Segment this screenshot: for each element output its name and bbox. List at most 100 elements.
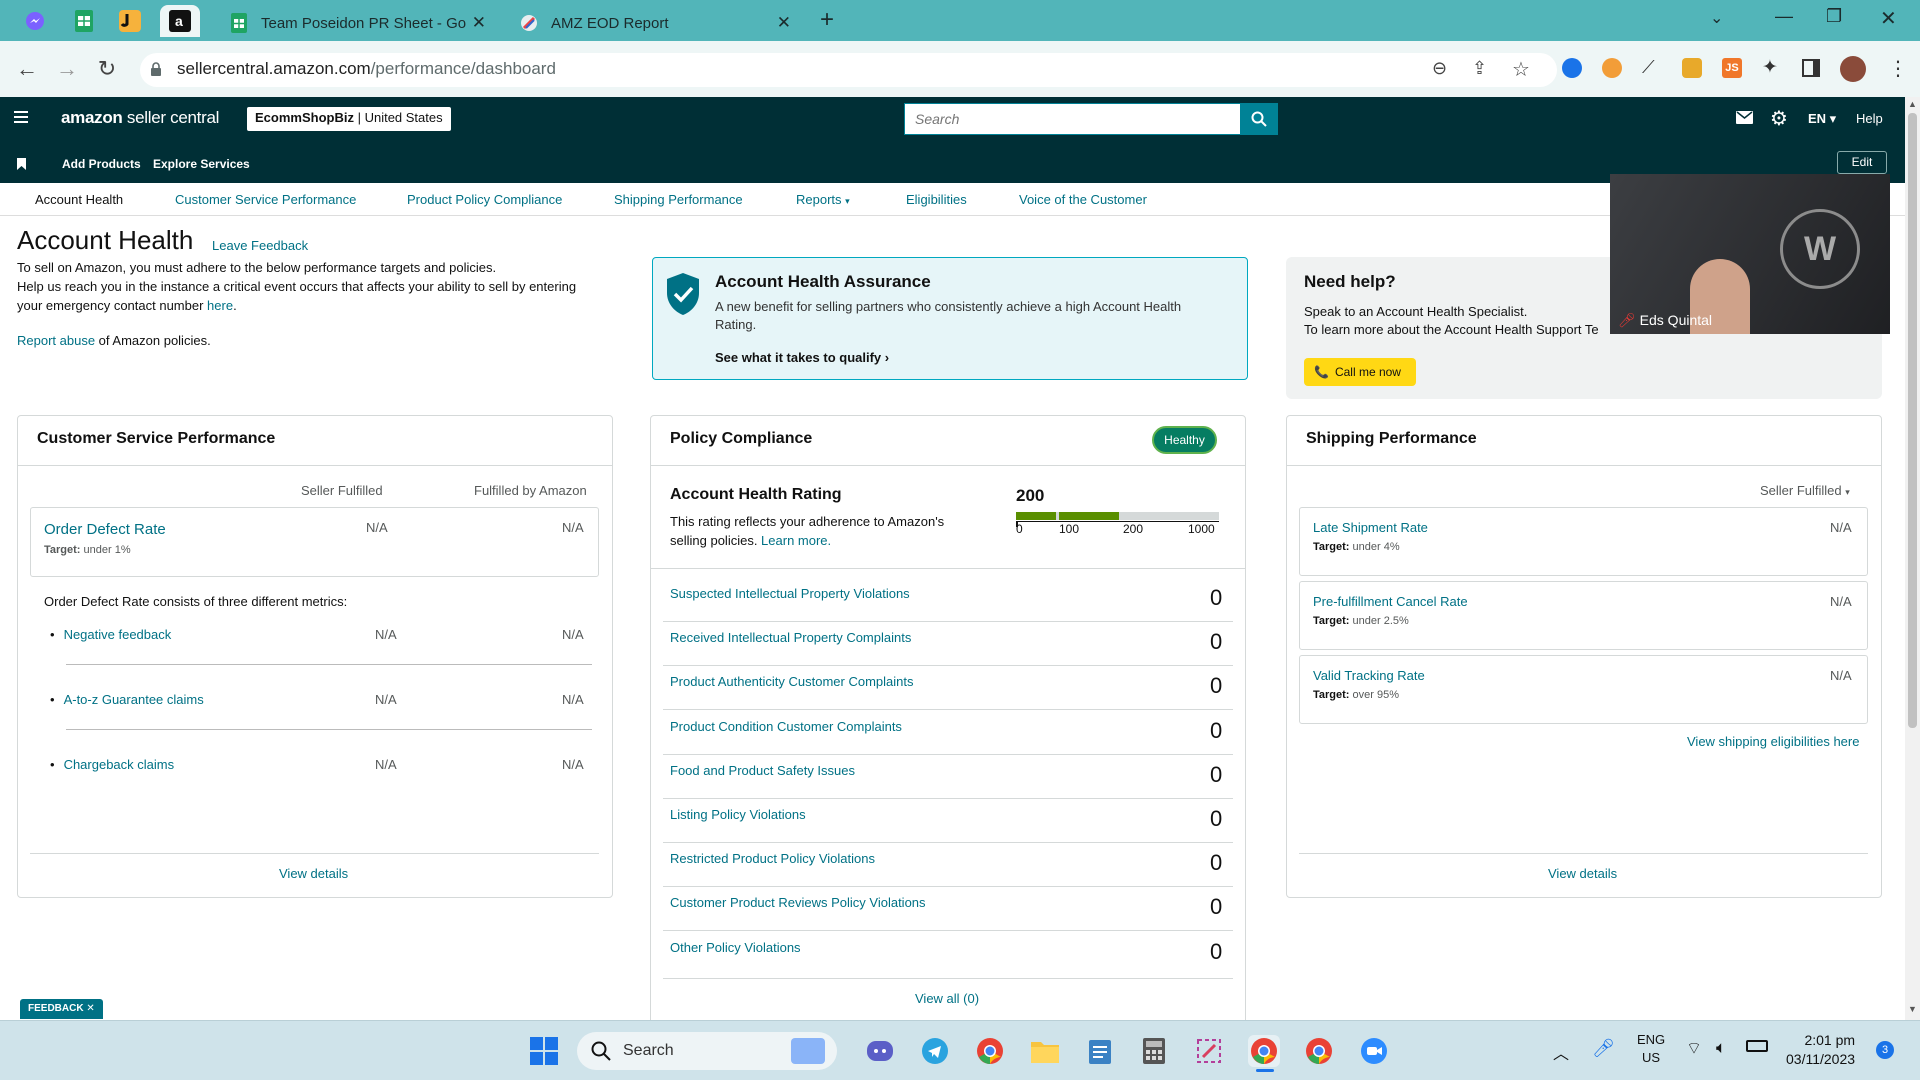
close-tab-icon[interactable]: ✕ [777, 13, 791, 33]
aha-qualify-link[interactable]: See what it takes to qualify › [715, 350, 889, 365]
tab-amz-eod[interactable]: AMZ EOD Report ✕ [505, 5, 805, 41]
extension-icon[interactable] [1682, 58, 1702, 78]
hamburger-menu-icon[interactable] [14, 108, 28, 126]
leave-feedback-link[interactable]: Leave Feedback [212, 238, 308, 253]
telegram-icon[interactable] [919, 1035, 951, 1067]
close-icon[interactable]: ✕ [86, 1003, 94, 1014]
snipping-tool-icon[interactable] [1193, 1035, 1225, 1067]
restore-button[interactable]: ❐ [1826, 6, 1842, 27]
chevron-up-icon[interactable]: ︿ [1553, 1040, 1569, 1064]
extension-icon[interactable] [1602, 58, 1622, 78]
emergency-contact-link[interactable]: here [207, 298, 233, 313]
search-input[interactable] [905, 104, 1241, 134]
calculator-icon[interactable] [1138, 1035, 1170, 1067]
reload-icon[interactable]: ↻ [92, 54, 122, 84]
shortcut-add-products[interactable]: Add Products [62, 157, 141, 171]
chrome-profile-icon[interactable] [1248, 1035, 1280, 1067]
policy-violation-link[interactable]: Food and Product Safety Issues [670, 763, 855, 778]
csp-view-details-link[interactable]: View details [279, 866, 348, 881]
bookmark-star-icon[interactable]: ☆ [1512, 57, 1530, 82]
chrome-icon[interactable] [974, 1035, 1006, 1067]
view-shipping-eligibilities-link[interactable]: View shipping eligibilities here [1687, 734, 1859, 749]
call-me-now-button[interactable]: 📞 Call me now [1304, 358, 1416, 386]
close-window-button[interactable]: ✕ [1880, 6, 1897, 31]
wifi-icon[interactable]: ⌔ [1686, 1038, 1702, 1059]
share-icon[interactable]: ⇪ [1472, 58, 1487, 79]
view-all-violations-link[interactable]: View all (0) [915, 991, 979, 1006]
seller-central-logo[interactable]: amazon seller central [61, 108, 219, 128]
late-shipment-rate-link[interactable]: Late Shipment Rate [1313, 520, 1428, 535]
policy-violation-link[interactable]: Received Intellectual Property Complaint… [670, 630, 911, 645]
scroll-down-arrow[interactable]: ▼ [1908, 1004, 1917, 1014]
scroll-up-arrow[interactable]: ▲ [1908, 99, 1917, 109]
clock[interactable]: 2:01 pm 03/11/2023 [1786, 1031, 1855, 1069]
fulfillment-filter-dropdown[interactable]: Seller Fulfilled ▾ [1760, 483, 1850, 498]
tab-search-icon[interactable]: ⌄ [1710, 8, 1723, 28]
notepad-icon[interactable] [1084, 1035, 1116, 1067]
subnav-reports[interactable]: Reports ▾ [796, 192, 850, 207]
bookmark-icon[interactable] [17, 157, 26, 175]
zoom-icon[interactable]: ⊖ [1432, 58, 1447, 79]
notification-count-badge[interactable]: 3 [1876, 1041, 1894, 1059]
atoz-claims-link[interactable]: A-to-z Guarantee claims [64, 692, 204, 707]
taskbar-search-box[interactable]: Search [577, 1032, 837, 1070]
settings-gear-icon[interactable]: ⚙ [1770, 106, 1788, 131]
meet-now-icon[interactable] [864, 1035, 896, 1067]
feedback-tab[interactable]: FEEDBACK ✕ [20, 999, 103, 1019]
policy-violation-link[interactable]: Customer Product Reviews Policy Violatio… [670, 895, 926, 910]
sheets-tab-icon[interactable] [64, 5, 104, 37]
subnav-customer-service[interactable]: Customer Service Performance [175, 192, 356, 207]
learn-more-link[interactable]: Learn more. [761, 533, 831, 548]
negative-feedback-link[interactable]: Negative feedback [64, 627, 172, 642]
messenger-tab-icon[interactable] [15, 5, 55, 37]
language-selector[interactable]: EN ▾ [1808, 111, 1836, 127]
search-button[interactable] [1240, 103, 1278, 135]
shipping-view-details-link[interactable]: View details [1548, 866, 1617, 881]
search-field[interactable] [904, 103, 1241, 135]
help-link[interactable]: Help [1856, 111, 1883, 126]
close-tab-icon[interactable]: ✕ [472, 13, 486, 33]
policy-violation-link[interactable]: Product Authenticity Customer Complaints [670, 674, 914, 689]
file-explorer-icon[interactable] [1029, 1035, 1061, 1067]
order-defect-rate-link[interactable]: Order Defect Rate [44, 521, 166, 538]
profile-avatar[interactable] [1840, 56, 1866, 82]
policy-violation-link[interactable]: Product Condition Customer Complaints [670, 719, 902, 734]
subnav-account-health[interactable]: Account Health [35, 192, 123, 207]
zoom-app-icon[interactable] [1358, 1035, 1390, 1067]
minimize-button[interactable]: — [1775, 6, 1793, 27]
subnav-policy-compliance[interactable]: Product Policy Compliance [407, 192, 562, 207]
app-tab-icon[interactable] [110, 5, 150, 37]
policy-violation-link[interactable]: Other Policy Violations [670, 940, 801, 955]
mail-icon[interactable] [1736, 111, 1753, 129]
report-abuse-link[interactable]: Report abuse [17, 333, 95, 348]
new-tab-button[interactable]: + [820, 6, 834, 34]
subnav-voice-of-customer[interactable]: Voice of the Customer [1019, 192, 1147, 207]
subnav-eligibilities[interactable]: Eligibilities [906, 192, 967, 207]
chrome-profile-icon[interactable] [1303, 1035, 1335, 1067]
side-panel-icon[interactable] [1802, 59, 1820, 77]
store-switcher[interactable]: EcommShopBiz | United States [247, 107, 451, 131]
amazon-tab-icon[interactable]: a [160, 5, 200, 37]
menu-kebab-icon[interactable]: ⋮ [1888, 56, 1908, 81]
battery-icon[interactable] [1746, 1040, 1768, 1052]
valid-tracking-rate-link[interactable]: Valid Tracking Rate [1313, 668, 1425, 683]
scrollbar-thumb[interactable] [1908, 113, 1917, 728]
back-icon[interactable]: ← [12, 54, 42, 84]
policy-violation-link[interactable]: Suspected Intellectual Property Violatio… [670, 586, 910, 601]
microphone-icon[interactable]: 🎤︎ [1592, 1038, 1615, 1059]
policy-violation-link[interactable]: Listing Policy Violations [670, 807, 806, 822]
subnav-shipping[interactable]: Shipping Performance [614, 192, 743, 207]
puzzle-extensions-icon[interactable]: ✦ [1762, 56, 1778, 79]
forward-icon[interactable]: → [52, 54, 82, 84]
js-extension-icon[interactable]: JS [1722, 58, 1742, 78]
video-call-overlay[interactable]: W 🎤︎ Eds Quintal [1610, 174, 1890, 334]
lock-icon[interactable] [150, 61, 162, 82]
volume-icon[interactable]: 🔈︎ [1716, 1038, 1726, 1058]
edit-shortcuts-button[interactable]: Edit [1837, 151, 1887, 174]
extension-icon[interactable]: ⟋ [1642, 57, 1655, 78]
extension-icon[interactable] [1562, 58, 1582, 78]
language-indicator[interactable]: ENG US [1637, 1031, 1665, 1067]
policy-violation-link[interactable]: Restricted Product Policy Violations [670, 851, 875, 866]
tab-team-poseidon[interactable]: Team Poseidon PR Sheet - Goog ✕ [215, 5, 500, 41]
prefulfillment-cancel-rate-link[interactable]: Pre-fulfillment Cancel Rate [1313, 594, 1468, 609]
